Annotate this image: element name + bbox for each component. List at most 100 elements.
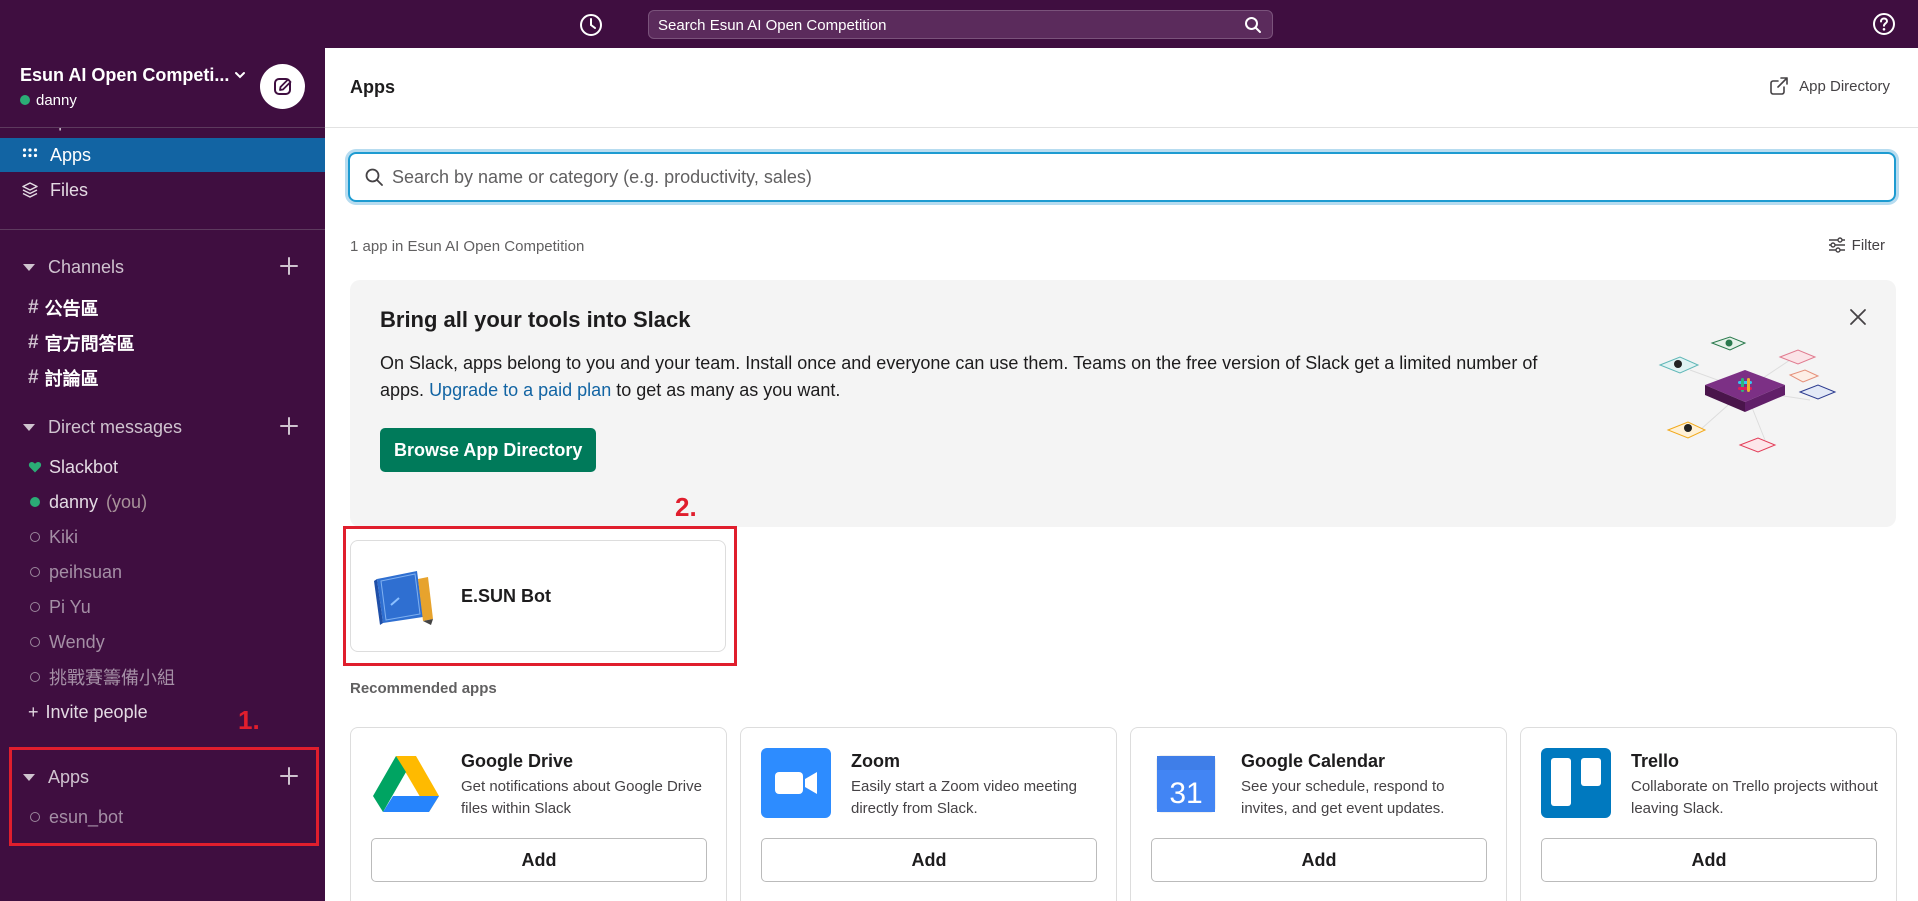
add-dm-icon[interactable] — [278, 415, 300, 437]
dm-name: peihsuan — [49, 561, 123, 582]
plus-icon: + — [28, 701, 39, 722]
sidebar-item-apps[interactable]: Apps — [0, 138, 325, 172]
caret-down-icon — [23, 423, 35, 431]
external-link-icon — [1770, 77, 1788, 95]
channel-name: 討論區 — [44, 369, 99, 389]
promo-banner: Bring all your tools into Slack On Slack… — [350, 280, 1896, 527]
sidebar-dm[interactable]: Kiki — [0, 522, 325, 552]
annotation-box-1 — [9, 747, 319, 846]
help-icon[interactable] — [1872, 12, 1896, 36]
dm-section-label: Direct messages — [48, 416, 183, 437]
trello-icon — [1541, 748, 1611, 818]
installed-app-card[interactable]: E.SUN Bot — [350, 540, 726, 652]
sidebar-dm[interactable]: Wendy — [0, 627, 325, 657]
sidebar-dm[interactable]: Slackbot — [0, 452, 325, 482]
app-description: Get notifications about Google Drive fil… — [461, 778, 702, 817]
recommended-app-card[interactable]: 31 Google Calendar See your schedule, re… — [1130, 727, 1507, 901]
main-header: Apps App Directory — [325, 48, 1918, 128]
app-name: Google Calendar — [1241, 751, 1386, 771]
page-title: Apps — [350, 77, 395, 97]
sidebar-channel[interactable]: # 官方問答區 — [0, 328, 325, 358]
app-description: Easily start a Zoom video meeting direct… — [851, 778, 1077, 817]
add-channel-icon[interactable] — [278, 255, 300, 277]
heart-icon — [28, 462, 42, 473]
hash-icon: # — [28, 332, 39, 353]
dm-section-header[interactable]: Direct messages — [0, 412, 325, 442]
app-description: Collaborate on Trello projects without l… — [1631, 778, 1878, 817]
sidebar-channel[interactable]: # 公告區 — [0, 293, 325, 323]
calendar-day-text: 31 — [1169, 777, 1202, 810]
upgrade-link[interactable]: Upgrade to a paid plan — [429, 380, 611, 400]
away-status-icon — [30, 567, 40, 577]
sidebar: Esun AI Open Competi... danny People App… — [0, 48, 325, 901]
add-app-button[interactable]: Add — [1151, 838, 1487, 882]
slack-apps-illustration — [1658, 336, 1837, 453]
app-search-field[interactable] — [348, 152, 1896, 202]
online-status-icon — [30, 497, 40, 507]
recommended-app-card[interactable]: Google Drive Get notifications about Goo… — [350, 727, 727, 901]
sidebar-dm[interactable]: peihsuan — [0, 557, 325, 587]
compose-button[interactable] — [260, 64, 305, 109]
hash-icon: # — [28, 297, 39, 318]
caret-down-icon — [23, 263, 35, 271]
main-pane: Apps App Directory 1 app in Esun AI Open… — [325, 48, 1918, 901]
current-user-name: danny — [36, 92, 77, 109]
away-status-icon — [30, 532, 40, 542]
top-bar: Search Esun AI Open Competition — [0, 0, 1918, 48]
compose-icon — [273, 77, 291, 95]
add-app-button[interactable]: Add — [371, 838, 707, 882]
sidebar-item-label: Files — [50, 179, 89, 200]
dm-name: 挑戰賽籌備小組 — [49, 668, 175, 688]
workspace-header[interactable]: Esun AI Open Competi... danny — [0, 48, 325, 128]
app-description: See your schedule, respond to invites, a… — [1241, 778, 1445, 817]
app-directory-link[interactable]: App Directory — [1769, 76, 1890, 96]
workspace-name[interactable]: Esun AI Open Competi... — [20, 65, 229, 86]
filter-button[interactable]: Filter — [1828, 236, 1885, 254]
sidebar-dm[interactable]: danny (you) — [0, 487, 325, 517]
grid-icon — [20, 145, 40, 165]
zoom-icon — [761, 748, 831, 818]
online-status-icon — [20, 95, 30, 105]
channel-name: 公告區 — [44, 299, 99, 319]
away-status-icon — [30, 637, 40, 647]
workspace-search[interactable]: Search Esun AI Open Competition — [648, 10, 1273, 39]
dm-name: danny — [49, 491, 99, 512]
google-calendar-icon: 31 — [1156, 755, 1216, 813]
you-suffix: (you) — [106, 491, 148, 512]
app-count-text: 1 app in Esun AI Open Competition — [350, 238, 585, 255]
away-status-icon — [30, 602, 40, 612]
dm-name: Pi Yu — [49, 596, 91, 617]
sidebar-item-files[interactable]: Files — [0, 173, 325, 207]
add-app-button[interactable]: Add — [761, 838, 1097, 882]
recommended-app-card[interactable]: Zoom Easily start a Zoom video meeting d… — [740, 727, 1117, 901]
search-icon — [365, 168, 383, 186]
app-search-input[interactable] — [392, 164, 1872, 190]
sidebar-channel[interactable]: # 討論區 — [0, 363, 325, 393]
app-name: E.SUN Bot — [461, 586, 551, 606]
current-user: danny — [20, 92, 77, 109]
close-icon[interactable] — [1848, 307, 1868, 327]
channels-section-header[interactable]: Channels — [0, 252, 325, 282]
annotation-label-1: 1. — [238, 705, 260, 735]
workspace-search-text: Search Esun AI Open Competition — [658, 17, 887, 34]
files-icon — [20, 180, 40, 200]
sidebar-dm[interactable]: 挑戰賽籌備小組 — [0, 662, 325, 692]
sidebar-dm[interactable]: Pi Yu — [0, 592, 325, 622]
invite-people-button[interactable]: + Invite people — [0, 697, 325, 727]
channels-section-label: Channels — [48, 256, 125, 277]
add-app-button[interactable]: Add — [1541, 838, 1877, 882]
app-directory-label: App Directory — [1799, 77, 1890, 95]
recommended-app-card[interactable]: Trello Collaborate on Trello projects wi… — [1520, 727, 1897, 901]
promo-body-text-end: to get as many as you want. — [616, 380, 841, 400]
promo-title: Bring all your tools into Slack — [380, 307, 691, 332]
away-status-icon — [30, 672, 40, 682]
history-icon[interactable] — [578, 12, 604, 38]
sidebar-item-label: Apps — [50, 144, 92, 165]
channel-name: 官方問答區 — [44, 334, 135, 354]
sidebar-divider — [0, 229, 325, 230]
recommended-apps-title: Recommended apps — [350, 680, 497, 697]
annotation-label-2: 2. — [675, 492, 697, 522]
browse-app-directory-button[interactable]: Browse App Directory — [380, 428, 597, 472]
esun-bot-icon — [374, 571, 433, 625]
chevron-down-icon[interactable] — [233, 68, 247, 82]
